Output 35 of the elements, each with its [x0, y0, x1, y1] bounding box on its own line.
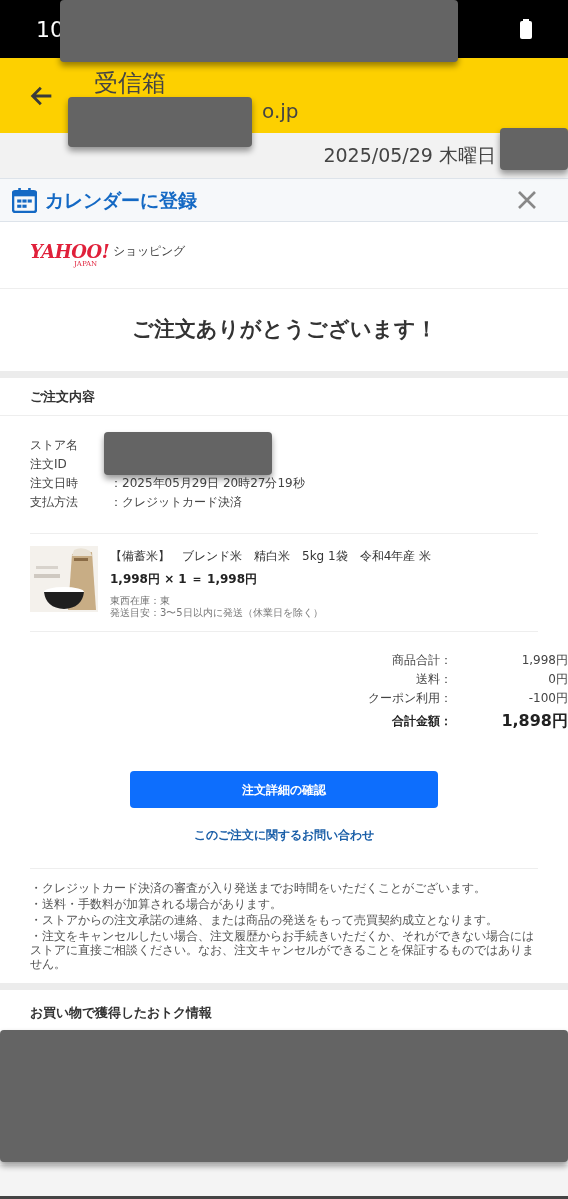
order-details-button[interactable]: 注文詳細の確認	[130, 771, 438, 808]
total-amount: -100円	[527, 690, 568, 707]
close-icon	[517, 190, 537, 210]
product-name[interactable]: 【備蓄米】 ブレンド米 精白米 5kg 1袋 令和4年産 米	[110, 547, 432, 565]
product-price: 1,998円 × 1 ＝ 1,998円	[110, 571, 259, 588]
thanks-heading: ご注文ありがとうございます！	[131, 316, 437, 344]
mail-date: 2025/05/29 木曜日	[323, 143, 496, 169]
note-text: ・ストアからの注文承諾の連絡、または商品の発送をもって売買契約成立となります。	[30, 913, 499, 927]
add-to-calendar-link[interactable]: カレンダーに登録	[45, 185, 197, 215]
field-label: 注文ID	[30, 456, 68, 473]
section-heading: ご注文内容	[30, 387, 95, 406]
total-amount: 1,898円	[500, 710, 568, 732]
note-text: ・送料・手数料が加算される場合があります。	[30, 897, 283, 911]
battery-icon	[520, 19, 532, 39]
total-label: 合計金額：	[391, 713, 452, 730]
contact-link[interactable]: このご注文に関するお問い合わせ	[194, 826, 374, 844]
header-title: 受信箱	[94, 67, 167, 98]
field-value: ：クレジットカード決済	[110, 494, 242, 511]
sender-address: o.jp	[262, 97, 299, 124]
total-label: 商品合計：	[391, 652, 452, 669]
note-text: ・注文をキャンセルしたい場合、注文履歴からお手続きいただくか、それができない場合にはストアに直接ご相談ください。なお、注文キャンセルができることを保証するものではありません。	[30, 929, 535, 971]
field-label: ストア名	[30, 437, 79, 454]
section-heading: お買い物で獲得したおトク情報	[30, 1005, 212, 1020]
field-label: 支払方法	[30, 494, 79, 511]
stock-location: 東西在庫：東	[110, 595, 171, 607]
total-label: クーポン利用：	[367, 690, 452, 707]
total-amount: 0円	[547, 671, 568, 688]
calendar-icon	[12, 187, 37, 213]
shipping-estimate: 発送目安：3〜5日以内に発送（休業日を除く）	[110, 607, 324, 619]
total-amount: 1,998円	[520, 652, 568, 669]
redaction-block	[500, 128, 568, 170]
total-label: 送料：	[415, 671, 452, 688]
field-label: 注文日時	[30, 475, 79, 492]
field-value: ：2025年05月29日 20時27分19秒	[110, 475, 305, 492]
note-text: ・クレジットカード決済の審査が入り発送までお時間をいただくことがございます。	[30, 881, 487, 895]
